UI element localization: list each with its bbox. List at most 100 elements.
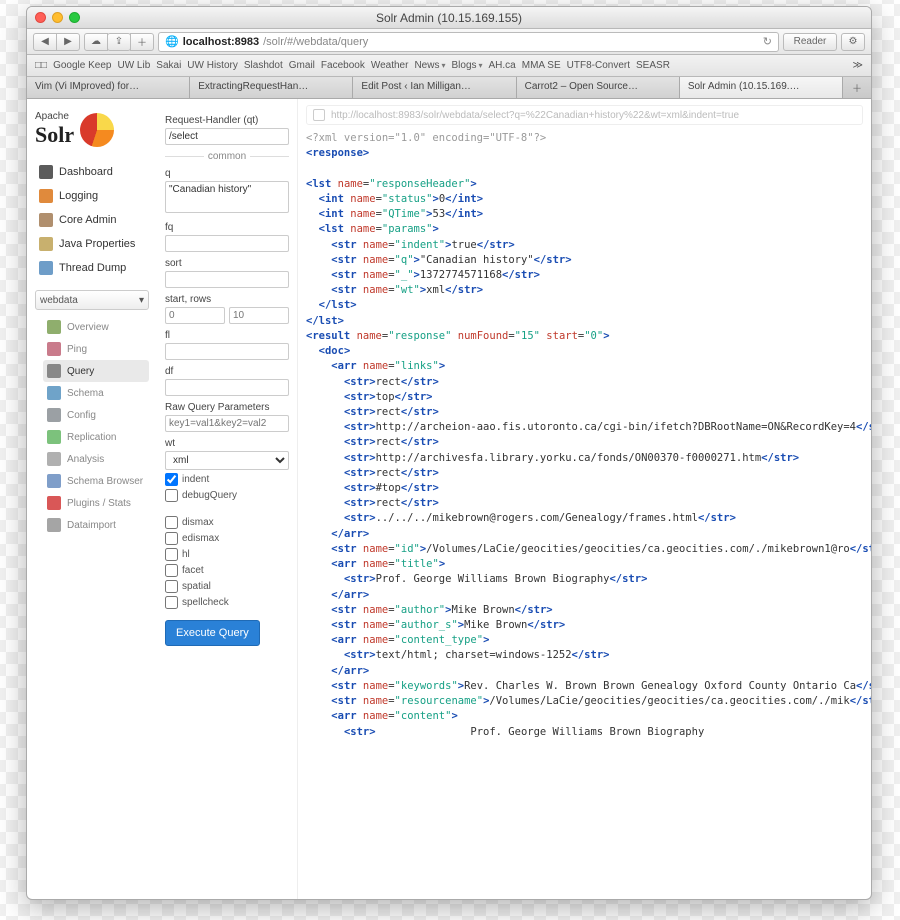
browser-window: Solr Admin (10.15.169.155) ◀ ▶ ☁ ⇪ ＋ 🌐 l… [26, 6, 872, 900]
facet-label: facet [182, 565, 204, 576]
share-icon[interactable]: ⇪ [107, 33, 131, 51]
fl-input[interactable] [165, 343, 289, 360]
df-input[interactable] [165, 379, 289, 396]
sidebar-item[interactable]: Thread Dump [35, 256, 149, 280]
sidebar-core-item[interactable]: Schema [43, 382, 149, 404]
browser-tab[interactable]: ExtractingRequestHan… [190, 77, 353, 98]
sidebar-core-item[interactable]: Overview [43, 316, 149, 338]
sidebar-item-label: Schema [67, 388, 104, 399]
sidebar-core-item[interactable]: Dataimport [43, 514, 149, 536]
sidebar-core-item[interactable]: Plugins / Stats [43, 492, 149, 514]
sidebar-item[interactable]: Dashboard [35, 160, 149, 184]
spatial-checkbox[interactable] [165, 580, 178, 593]
browser-tab[interactable]: Edit Post ‹ Ian Milligan… [353, 77, 516, 98]
sort-input[interactable] [165, 271, 289, 288]
indent-checkbox[interactable] [165, 473, 178, 486]
bookmark-item[interactable]: UW Lib [117, 60, 150, 71]
url-path: /solr/#/webdata/query [263, 36, 368, 48]
favicon-icon: 🌐 [165, 35, 179, 48]
logo-subtitle: Apache [35, 111, 74, 122]
back-button[interactable]: ◀ [33, 33, 57, 51]
debugquery-checkbox[interactable] [165, 489, 178, 502]
browser-tab[interactable]: Carrot2 – Open Source… [517, 77, 680, 98]
spellcheck-label: spellcheck [182, 597, 229, 608]
sidebar-item[interactable]: Core Admin [35, 208, 149, 232]
query-form: Request-Handler (qt) common q fq sort st… [157, 99, 297, 899]
browser-tab[interactable]: Vim (Vi IMproved) for… [27, 77, 190, 98]
sidebar-item-label: Replication [67, 432, 116, 443]
bookmark-item[interactable]: MMA SE [522, 60, 561, 71]
q-label: q [165, 168, 289, 179]
bookmark-item[interactable]: Weather [371, 60, 409, 71]
sidebar-item-label: Thread Dump [59, 262, 126, 274]
wt-select[interactable]: xml [165, 451, 289, 470]
logo-title: Solr [35, 122, 74, 148]
nav-icon [47, 430, 61, 444]
sidebar-item-label: Dashboard [59, 166, 113, 178]
sidebar-core-item[interactable]: Config [43, 404, 149, 426]
execute-query-button[interactable]: Execute Query [165, 620, 260, 646]
sidebar-item-label: Schema Browser [67, 476, 143, 487]
bookmark-item[interactable]: Slashdot [244, 60, 283, 71]
sidebar-item-label: Logging [59, 190, 98, 202]
sidebar-item-label: Java Properties [59, 238, 135, 250]
dismax-label: dismax [182, 517, 214, 528]
sidebar-item-label: Overview [67, 322, 109, 333]
response-url-bar[interactable]: http://localhost:8983/solr/webdata/selec… [306, 105, 863, 125]
bookmark-item[interactable]: □□ [35, 60, 47, 71]
bookmark-item[interactable]: SEASR [636, 60, 670, 71]
q-input[interactable] [165, 181, 289, 213]
solr-admin-body: Apache Solr Dashboard Logging Core Admin Ja… [27, 99, 871, 899]
debugquery-label: debugQuery [182, 490, 237, 501]
fq-input[interactable] [165, 235, 289, 252]
bookmark-item[interactable]: News▾ [414, 60, 445, 71]
nav-icon [39, 261, 53, 275]
edismax-label: edismax [182, 533, 219, 544]
sidebar-item[interactable]: Logging [35, 184, 149, 208]
edismax-checkbox[interactable] [165, 532, 178, 545]
sidebar-item-label: Config [67, 410, 96, 421]
bookmark-item[interactable]: UTF8-Convert [567, 60, 630, 71]
hl-checkbox[interactable] [165, 548, 178, 561]
spellcheck-checkbox[interactable] [165, 596, 178, 609]
url-bar[interactable]: 🌐 localhost:8983 /solr/#/webdata/query ↻ [158, 32, 779, 52]
bookmark-item[interactable]: AH.ca [489, 60, 516, 71]
bookmarks-overflow[interactable]: ≫ [853, 60, 863, 71]
bookmark-item[interactable]: Google Keep [53, 60, 111, 71]
facet-checkbox[interactable] [165, 564, 178, 577]
reader-button[interactable]: Reader [783, 33, 837, 51]
bookmark-item[interactable]: Gmail [289, 60, 315, 71]
browser-toolbar: ◀ ▶ ☁ ⇪ ＋ 🌐 localhost:8983 /solr/#/webda… [27, 29, 871, 55]
sidebar-core-item[interactable]: Ping [43, 338, 149, 360]
common-section: common [208, 151, 246, 162]
wt-label: wt [165, 438, 289, 449]
nav-icon [47, 364, 61, 378]
bookmark-item[interactable]: Blogs▾ [451, 60, 482, 71]
bookmark-item[interactable]: UW History [187, 60, 238, 71]
sidebar-core-item[interactable]: Analysis [43, 448, 149, 470]
add-icon[interactable]: ＋ [130, 33, 154, 51]
cloud-icon[interactable]: ☁ [84, 33, 108, 51]
nav-icon [47, 342, 61, 356]
fwd-button[interactable]: ▶ [56, 33, 80, 51]
bookmark-item[interactable]: Sakai [156, 60, 181, 71]
dismax-checkbox[interactable] [165, 516, 178, 529]
bookmark-item[interactable]: Facebook [321, 60, 365, 71]
sidebar-item[interactable]: Java Properties [35, 232, 149, 256]
startrows-label: start, rows [165, 294, 289, 305]
core-selector[interactable]: webdata ▾ [35, 290, 149, 310]
start-input[interactable] [165, 307, 225, 324]
rows-input[interactable] [229, 307, 289, 324]
settings-icon[interactable]: ⚙ [841, 33, 865, 51]
qt-input[interactable] [165, 128, 289, 145]
sidebar-core-item[interactable]: Schema Browser [43, 470, 149, 492]
browser-tab[interactable]: Solr Admin (10.15.169.… [680, 77, 843, 98]
nav-icon [39, 237, 53, 251]
new-tab-button[interactable]: ＋ [843, 77, 871, 98]
nav-icon [47, 474, 61, 488]
nav-icon [47, 496, 61, 510]
sidebar-core-item[interactable]: Query [43, 360, 149, 382]
core-name: webdata [40, 295, 78, 306]
sidebar-core-item[interactable]: Replication [43, 426, 149, 448]
raw-input[interactable] [165, 415, 289, 432]
